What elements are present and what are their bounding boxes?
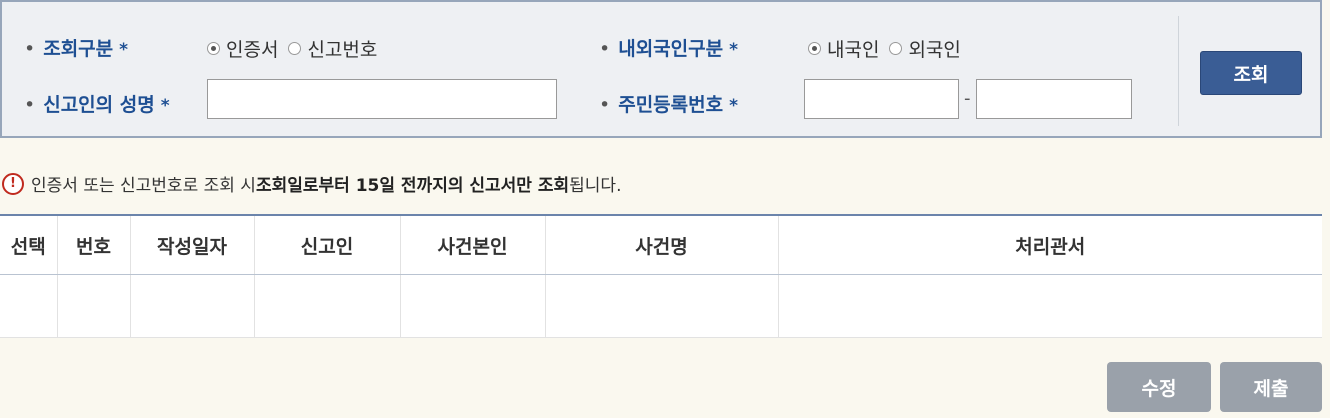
bullet: • [599,38,611,60]
column-header-office: 처리관서 [777,214,1322,275]
query-type-option-label: 신고번호 [307,39,378,61]
notice-text-bold: 조회일로부터 15일 전까지의 신고서만 조회 [255,176,570,196]
notice-message: ! 인증서 또는 신고번호로 조회 시 조회일로부터 15일 전까지의 신고서만… [2,171,621,196]
table-cell [777,274,1322,338]
required-mark: * [729,96,738,116]
column-header-number: 번호 [56,214,130,275]
radio-unselected-icon[interactable] [889,42,903,55]
required-mark: * [160,96,170,116]
column-header-select: 선택 [0,214,57,275]
reporter-name-label: • 신고인의 성명 * [24,90,170,117]
radio-selected-icon[interactable] [808,42,821,55]
search-button[interactable]: 조회 [1200,51,1302,95]
edit-button[interactable]: 수정 [1107,362,1211,412]
table-cell [544,274,778,338]
divider [1178,16,1179,126]
resident-number-separator: - [964,88,971,109]
notice-text-suffix: 됩니다. [569,176,622,196]
bullet: • [24,94,36,116]
nationality-option-label: 외국인 [908,39,961,61]
query-type-label-text: 조회구분 [43,38,114,60]
resident-number-label-text: 주민등록번호 [618,94,724,116]
nationality-label: • 내외국인구분 * [599,34,738,61]
table-cell [129,274,254,338]
table-cell [399,274,545,338]
search-panel: • 조회구분 * 인증서 신고번호 • 내외국인구분 * 내국인 외국인 • 신고인의 성… [0,0,1322,138]
column-header-case-name: 사건명 [544,214,778,275]
query-type-option-certificate[interactable]: 인증서 [207,35,278,62]
column-header-date: 작성일자 [129,214,254,275]
required-mark: * [119,40,129,60]
nationality-option-label: 내국인 [827,39,880,61]
table-row [0,274,1322,338]
column-header-reporter: 신고인 [253,214,400,275]
notice-text-prefix: 인증서 또는 신고번호로 조회 시 [31,176,256,196]
radio-unselected-icon[interactable] [288,42,302,55]
table-header-row: 선택 번호 작성일자 신고인 사건본인 사건명 처리관서 [0,214,1322,275]
table-cell [56,274,130,338]
bullet: • [24,38,36,60]
nationality-option-foreign[interactable]: 외국인 [889,35,961,62]
nationality-option-domestic[interactable]: 내국인 [808,35,879,62]
reporter-name-input[interactable] [207,79,557,119]
table-cell [0,274,57,338]
radio-selected-icon[interactable] [207,42,220,55]
query-type-option-report-number[interactable]: 신고번호 [288,35,377,62]
bullet: • [599,94,611,116]
reporter-name-label-text: 신고인의 성명 [43,94,155,116]
table-cell [253,274,400,338]
nationality-label-text: 내외국인구분 [618,38,724,60]
report-list-table: 선택 번호 작성일자 신고인 사건본인 사건명 처리관서 [0,214,1322,338]
column-header-subject: 사건본인 [399,214,545,275]
resident-number-front-input[interactable] [804,79,959,119]
nationality-radio-group: 내국인 외국인 [808,35,971,62]
resident-number-back-input[interactable] [976,79,1132,119]
required-mark: * [729,40,738,60]
submit-button[interactable]: 제출 [1220,362,1322,412]
query-type-option-label: 인증서 [226,39,279,61]
resident-number-label: • 주민등록번호 * [599,90,738,117]
query-type-radio-group: 인증서 신고번호 [207,35,387,62]
query-type-label: • 조회구분 * [24,34,128,61]
exclamation-icon: ! [2,172,24,195]
